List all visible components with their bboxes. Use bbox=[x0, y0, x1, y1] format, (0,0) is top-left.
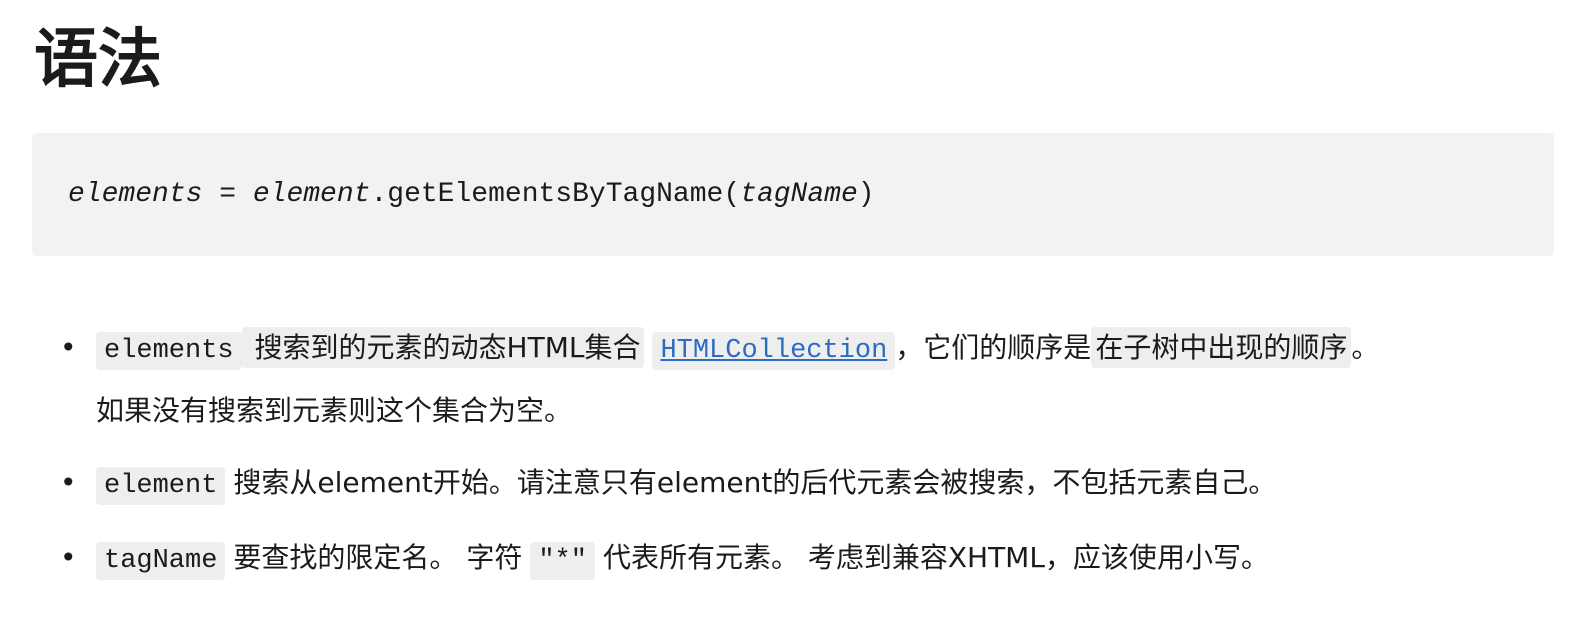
syntax-object: element bbox=[252, 179, 371, 210]
htmlcollection-link[interactable]: HTMLCollection bbox=[652, 332, 896, 370]
syntax-result: elements bbox=[68, 179, 203, 210]
list-item: • tagName 要查找的限定名。 字符 "*" 代表所有元素。 考虑到兼容XHTM… bbox=[56, 528, 1556, 591]
order-chip: 在子树中出现的顺序 bbox=[1091, 327, 1352, 368]
param-description: 要查找的限定名。 字符 bbox=[233, 541, 523, 574]
syntax-equals: = bbox=[202, 179, 253, 210]
param-code-elements: elements bbox=[96, 332, 242, 370]
syntax-close: ) bbox=[857, 179, 875, 210]
param-description-text: 搜索到的元素的动态HTML集合 bbox=[254, 331, 641, 364]
wildcard-code: "*" bbox=[530, 542, 595, 580]
list-item: • element 搜索从element开始。请注意只有element的后代元素会… bbox=[56, 453, 1556, 516]
bullet-icon: • bbox=[60, 331, 77, 364]
parameter-list: • elements 搜索到的元素的动态HTML集合 HTMLCollection… bbox=[56, 318, 1556, 591]
param-code-element: element bbox=[96, 467, 226, 505]
syntax-line: elements = element.getElementsByTagName(… bbox=[68, 177, 875, 213]
bullet-icon: • bbox=[60, 466, 77, 499]
syntax-arg: tagName bbox=[740, 179, 858, 210]
param-description-end: 。 bbox=[1351, 331, 1380, 364]
bullet-icon: • bbox=[60, 541, 77, 574]
page: 语法 elements = element.getElementsByTagNa… bbox=[0, 0, 1578, 624]
param-description-line2: 如果没有搜索到元素则这个集合为空。 bbox=[96, 394, 573, 427]
param-description-end: 代表所有元素。 考虑到兼容XHTML，应该使用小写。 bbox=[602, 541, 1269, 574]
list-item: • elements 搜索到的元素的动态HTML集合 HTMLCollection… bbox=[56, 318, 1556, 441]
syntax-method: .getElementsByTagName( bbox=[370, 179, 741, 210]
param-description-mid: ，它们的顺序是 bbox=[895, 331, 1092, 364]
section-heading: 语法 bbox=[34, 23, 162, 97]
syntax-code-block: elements = element.getElementsByTagName(… bbox=[32, 133, 1554, 256]
param-description: 搜索到的元素的动态HTML集合 bbox=[241, 327, 645, 368]
param-code-tagname: tagName bbox=[96, 542, 226, 580]
param-description: 搜索从element开始。请注意只有element的后代元素会被搜索，不包括元素… bbox=[233, 466, 1277, 499]
